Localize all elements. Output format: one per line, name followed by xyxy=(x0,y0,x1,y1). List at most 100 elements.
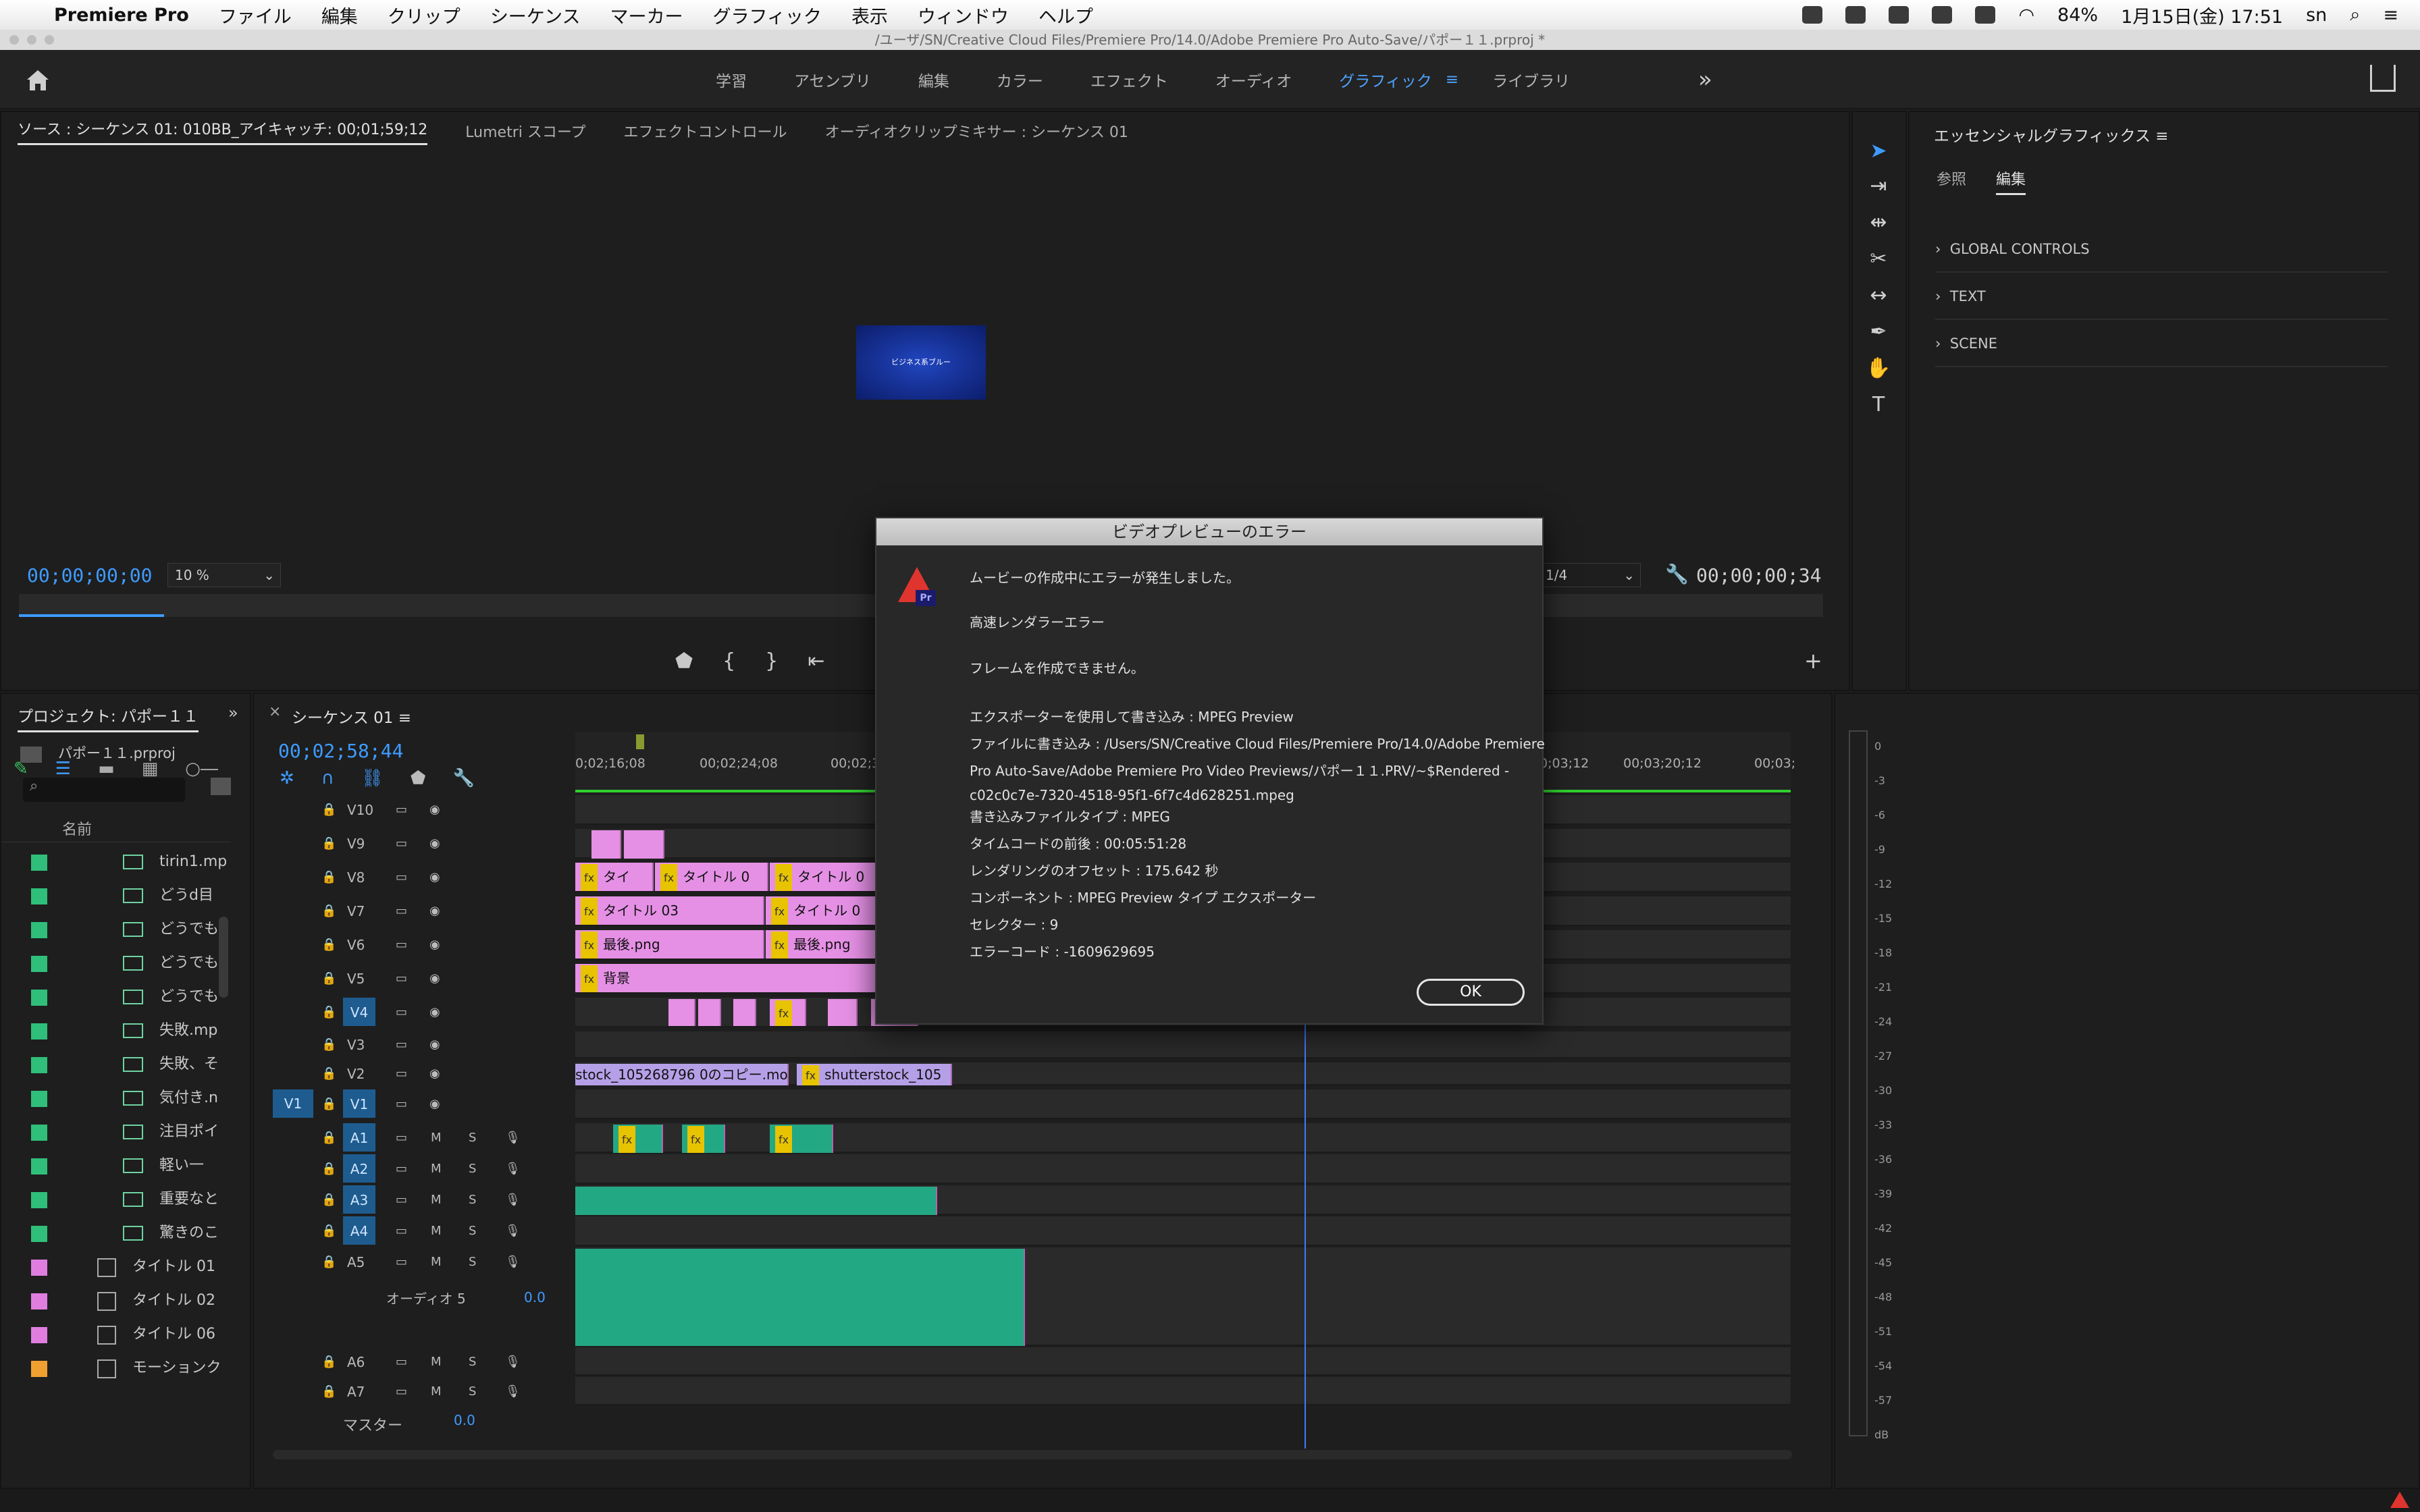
video-clip[interactable]: fx 最後.png xyxy=(766,930,878,959)
project-item[interactable]: 驚きのこ xyxy=(1,1216,231,1250)
audio-clip[interactable] xyxy=(575,1249,1025,1346)
source-timecode[interactable]: 00;00;00;00 xyxy=(27,564,152,587)
slip-tool-icon[interactable]: ↔ xyxy=(1865,284,1892,310)
user-name[interactable]: sn xyxy=(2306,5,2327,26)
add-marker-icon[interactable]: ⬟ xyxy=(675,649,693,673)
project-item[interactable]: tirin1.mp xyxy=(1,845,231,879)
search-icon[interactable]: ⌕ xyxy=(2350,4,2360,26)
sync-icon[interactable]: ▭ xyxy=(396,998,407,1027)
mic-icon[interactable]: 🎙 xyxy=(505,1154,521,1184)
sync-icon[interactable]: ▭ xyxy=(396,1247,407,1277)
solo-button[interactable]: S xyxy=(469,1123,476,1153)
master-volume[interactable]: 0.0 xyxy=(454,1412,475,1428)
video-clip[interactable]: stock_105268796 0のコピー.mov xyxy=(575,1064,789,1085)
zoom-slider[interactable]: ○― xyxy=(185,759,218,779)
lock-icon[interactable]: 🔒 xyxy=(321,1377,336,1407)
track-label[interactable]: A5 xyxy=(347,1247,365,1277)
workspace-graphics[interactable]: グラフィック xyxy=(1339,68,1432,91)
mute-button[interactable]: M xyxy=(431,1154,442,1184)
mute-button[interactable]: M xyxy=(431,1247,442,1277)
snap-icon[interactable]: ∩ xyxy=(321,768,334,788)
workspace-color[interactable]: カラー xyxy=(997,68,1043,91)
lock-icon[interactable]: 🔒 xyxy=(321,1154,336,1184)
track-label[interactable]: A6 xyxy=(347,1347,365,1377)
video-track-lane[interactable] xyxy=(575,1031,1791,1058)
section-global-controls[interactable]: › GLOBAL CONTROLS xyxy=(1935,225,2388,273)
project-item[interactable]: 注目ポイ xyxy=(1,1115,231,1149)
project-search-input[interactable]: ⌕ xyxy=(23,778,185,802)
sync-icon[interactable]: ▭ xyxy=(396,1062,407,1085)
track-label[interactable]: V4 xyxy=(343,998,375,1026)
sync-icon[interactable]: ▭ xyxy=(396,1377,407,1407)
workspace-libraries[interactable]: ライブラリ xyxy=(1492,68,1570,91)
solo-button[interactable]: S xyxy=(469,1185,476,1215)
eye-icon[interactable]: ◉ xyxy=(429,795,440,825)
eye-icon[interactable]: ◉ xyxy=(429,964,440,994)
track-label[interactable]: V7 xyxy=(347,896,365,926)
lock-icon[interactable]: 🔒 xyxy=(321,829,336,859)
list-view-icon[interactable]: ☰ xyxy=(55,759,71,779)
dropbox-icon[interactable] xyxy=(1932,6,1953,24)
sync-icon[interactable]: ▭ xyxy=(396,964,407,994)
video-track-lane[interactable] xyxy=(575,1089,1791,1119)
app-status-icon[interactable] xyxy=(1845,6,1866,24)
project-item[interactable]: 重要なと xyxy=(1,1183,231,1216)
lock-icon[interactable]: 🔒 xyxy=(321,998,336,1027)
new-bin-icon[interactable] xyxy=(211,778,231,795)
solo-button[interactable]: S xyxy=(469,1347,476,1377)
clock[interactable]: 1月15日(金) 17:51 xyxy=(2121,2,2283,28)
audio-track-lane[interactable] xyxy=(575,1216,1791,1246)
mute-button[interactable]: M xyxy=(431,1185,442,1215)
menu-marker[interactable]: マーカー xyxy=(610,2,683,28)
mic-icon[interactable]: 🎙 xyxy=(505,1377,521,1407)
icon-view-icon[interactable]: ▬ xyxy=(98,759,115,779)
eye-icon[interactable]: ◉ xyxy=(429,896,440,926)
lock-icon[interactable]: 🔒 xyxy=(321,1089,336,1119)
project-item[interactable]: 失敗、そ xyxy=(1,1048,231,1081)
timeline-scrollbar[interactable] xyxy=(273,1450,1792,1459)
close-window-button[interactable] xyxy=(9,35,19,45)
tab-source[interactable]: ソース : シーケンス 01: 010BB_アイキャッチ: 00;01;59;1… xyxy=(18,117,428,145)
creative-cloud-icon[interactable] xyxy=(1975,6,1996,24)
project-item[interactable]: タイトル 06 xyxy=(1,1318,231,1351)
solo-button[interactable]: S xyxy=(469,1154,476,1184)
pencil-icon[interactable]: ✎ xyxy=(14,759,28,779)
eye-icon[interactable]: ◉ xyxy=(429,930,440,960)
sync-icon[interactable]: ▭ xyxy=(396,1154,407,1184)
mute-button[interactable]: M xyxy=(431,1347,442,1377)
project-item[interactable]: タイトル 01 xyxy=(1,1250,231,1284)
sync-icon[interactable]: ▭ xyxy=(396,1347,407,1377)
track-label[interactable]: A7 xyxy=(347,1377,365,1407)
wrench-icon[interactable]: 🔧 xyxy=(1665,563,1689,585)
freeform-view-icon[interactable]: ▦ xyxy=(142,759,159,779)
control-center-icon[interactable]: ≡ xyxy=(2383,5,2398,26)
mic-icon[interactable]: 🎙 xyxy=(505,1216,521,1246)
eye-icon[interactable]: ◉ xyxy=(429,863,440,892)
video-clip[interactable]: fx 最後.png xyxy=(575,930,764,959)
project-item[interactable]: どうでも xyxy=(1,946,231,980)
workspace-assembly[interactable]: アセンブリ xyxy=(794,68,871,91)
eye-icon[interactable]: ◉ xyxy=(429,998,440,1027)
workspace-audio[interactable]: オーディオ xyxy=(1215,68,1292,91)
type-tool-icon[interactable]: T xyxy=(1865,393,1892,420)
track-label[interactable]: V10 xyxy=(347,795,373,825)
track-label[interactable]: A2 xyxy=(343,1154,375,1183)
app-status-icon[interactable] xyxy=(1889,6,1910,24)
eye-icon[interactable]: ◉ xyxy=(429,1089,440,1119)
mark-out-icon[interactable]: } xyxy=(765,649,778,673)
track-label[interactable]: V8 xyxy=(347,863,365,892)
track-label[interactable]: A3 xyxy=(343,1185,375,1214)
ripple-edit-tool-icon[interactable]: ⇹ xyxy=(1865,211,1892,238)
track-label[interactable]: V9 xyxy=(347,829,365,859)
audio-clip[interactable]: fx xyxy=(770,1125,833,1153)
section-text[interactable]: › TEXT xyxy=(1935,273,2388,320)
workspace-learning[interactable]: 学習 xyxy=(716,68,747,91)
mute-button[interactable]: M xyxy=(431,1123,442,1153)
video-clip[interactable] xyxy=(624,830,664,859)
tab-lumetri-scopes[interactable]: Lumetri スコープ xyxy=(465,120,585,142)
lock-icon[interactable]: 🔒 xyxy=(321,1216,336,1246)
sync-icon[interactable]: ▭ xyxy=(396,930,407,960)
mic-icon[interactable]: 🎙 xyxy=(505,1347,521,1377)
track-select-tool-icon[interactable]: ⇥ xyxy=(1865,174,1892,201)
lock-icon[interactable]: 🔒 xyxy=(321,863,336,892)
